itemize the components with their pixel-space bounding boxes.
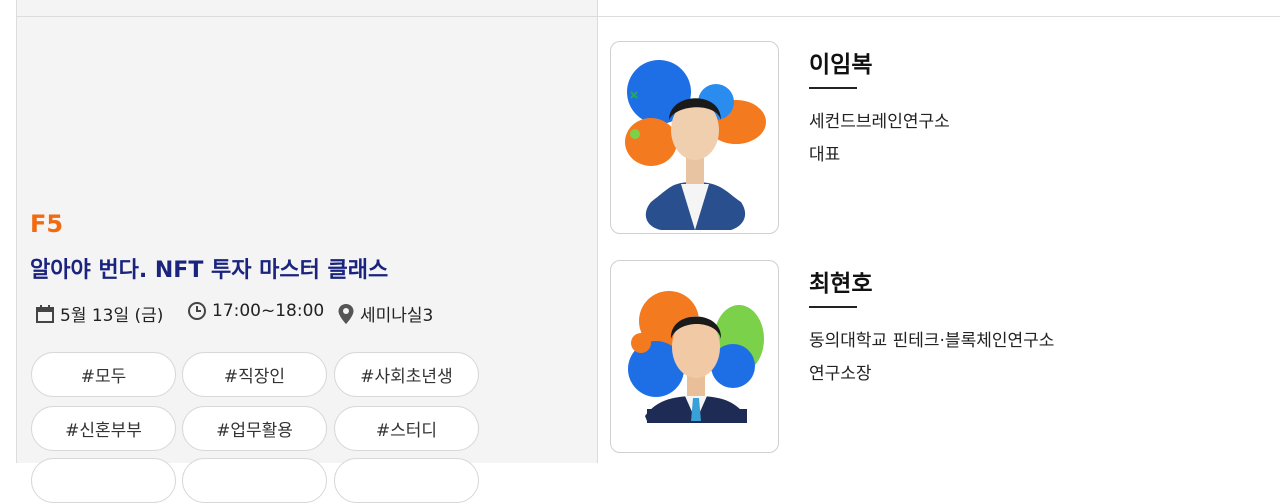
horizontal-divider [17,16,1280,17]
tag-office-worker[interactable]: #직장인 [182,352,327,397]
speaker-photo-card[interactable] [610,41,779,234]
speaker-role: 대표 [809,145,841,165]
speaker-affiliation: 동의대학교 핀테크·블록체인연구소 [809,331,1055,351]
location-pin-icon [338,303,354,324]
session-time-text: 17:00~18:00 [212,301,325,321]
tag-partial[interactable] [334,458,479,503]
session-date-text: 5월 13일 (금) [60,306,164,326]
tag-partial[interactable] [31,458,176,503]
speaker-name: 이임복 [809,52,873,78]
tag-newlyweds[interactable]: #신혼부부 [31,406,176,451]
vertical-divider [597,0,598,463]
session-title: 알아야 번다. NFT 투자 마스터 클래스 [30,258,389,283]
session-location-text: 세미나실3 [360,306,434,326]
speaker-divider [809,87,857,89]
speaker-portrait [628,291,764,423]
calendar-icon [36,304,54,323]
speaker-photo-card[interactable] [610,260,779,453]
session-date: 5월 13일 (금) [35,301,163,326]
session-code: F5 [30,210,64,238]
speaker-divider [809,306,857,308]
tag-work-use[interactable]: #업무활용 [182,406,327,451]
session-location: 세미나실3 [337,301,433,326]
speaker-role: 연구소장 [809,364,872,384]
speaker-portrait [625,60,766,230]
tag-study[interactable]: #스터디 [334,406,479,451]
clock-icon [188,302,206,320]
speaker-affiliation: 세컨드브레인연구소 [809,112,950,132]
session-time: 17:00~18:00 [187,301,324,321]
tag-all[interactable]: #모두 [31,352,176,397]
tag-new-graduate[interactable]: #사회초년생 [334,352,479,397]
speaker-name: 최현호 [809,271,873,297]
tag-partial[interactable] [182,458,327,503]
